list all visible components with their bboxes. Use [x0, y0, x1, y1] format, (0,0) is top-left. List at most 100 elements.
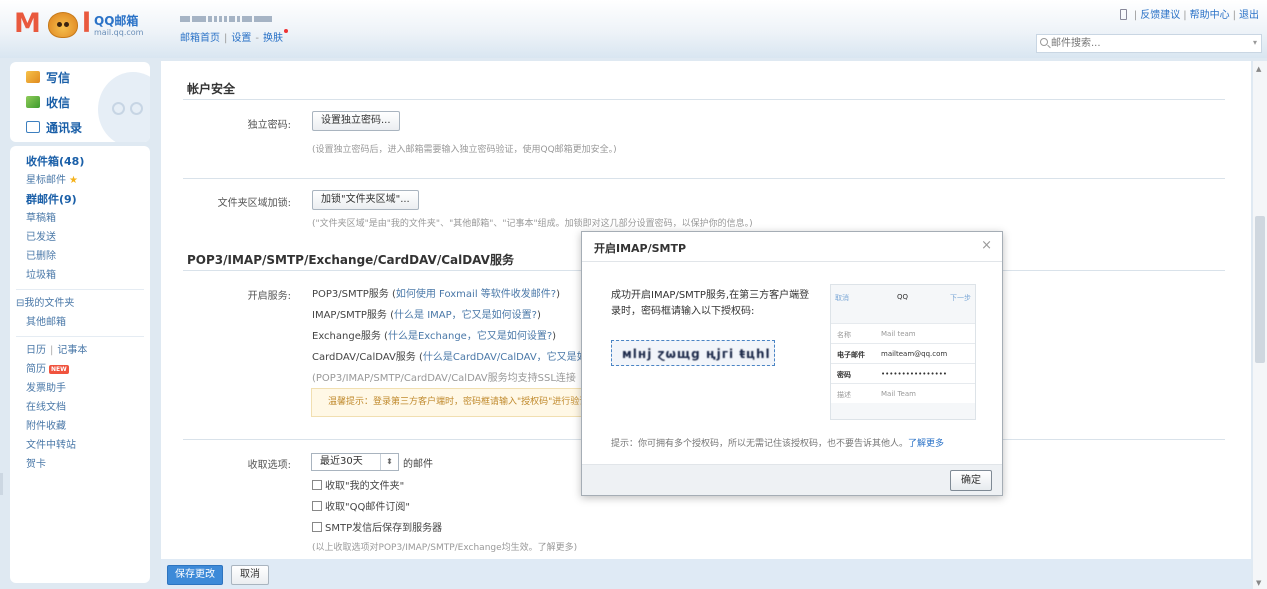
pop3-smtp-service: POP3/SMTP服务 (如何使用 Foxmail 等软件收发邮件?): [312, 289, 560, 300]
authorization-code-box[interactable]: мlнј ɀѡщg ңјгi ŧцһl: [611, 340, 775, 366]
account-links: 邮箱首页 | 设置 - 换肤: [180, 29, 288, 44]
dialog-tip: 提示：你可拥有多个授权码，所以无需记住该授权码，也不要告诉其他人。了解更多: [611, 436, 944, 449]
tiger-mascot-icon: [48, 12, 78, 38]
sidebar-item-notes[interactable]: 记事本: [57, 345, 87, 356]
imap-help-link[interactable]: 什么是 IMAP，它又是如何设置?: [394, 310, 537, 321]
account-security-title: 帐户安全: [187, 82, 236, 96]
starred-label: 星标邮件: [26, 175, 66, 186]
scroll-down-icon[interactable]: ▼: [1256, 579, 1261, 587]
sidebar-item-invoice[interactable]: 发票助手: [10, 379, 150, 398]
settings-footer: 保存更改 取消: [161, 559, 1251, 589]
receive-my-folders-checkbox[interactable]: 收取"我的文件夹": [312, 477, 404, 492]
receive-range-select[interactable]: 最近30天 ⬍: [311, 453, 399, 471]
checkbox-label: 收取"我的文件夹": [325, 481, 405, 492]
set-independent-password-button[interactable]: 设置独立密码...: [312, 111, 400, 131]
dialog-message: 成功开启IMAP/SMTP服务,在第三方客户端登录时，密码框请输入以下授权码:: [611, 290, 810, 317]
scrollbar-thumb[interactable]: [1255, 216, 1265, 363]
sidebar-item-sent[interactable]: 已发送: [10, 228, 150, 247]
sidebar-item-group[interactable]: 群邮件(9): [10, 190, 150, 209]
receive-suffix: 的邮件: [403, 459, 433, 470]
mailbox-home-link[interactable]: 邮箱首页: [180, 33, 220, 44]
row-value: mailteam@qq.com: [881, 350, 948, 358]
receive-options-label: 收取选项:: [247, 460, 291, 471]
main-scrollbar[interactable]: ▲ ▼: [1253, 61, 1267, 589]
compose-button[interactable]: 写信: [26, 69, 70, 86]
sidebar-item-transfer[interactable]: 文件中转站: [10, 436, 150, 455]
sidebar-item-deleted[interactable]: 已删除: [10, 247, 150, 266]
sidebar-item-attachments[interactable]: 附件收藏: [10, 417, 150, 436]
checkbox-icon[interactable]: [312, 480, 322, 490]
left-edge-tab[interactable]: [0, 473, 3, 495]
change-skin-link[interactable]: 换肤: [263, 33, 283, 44]
dialog-header: 开启IMAP/SMTP ×: [582, 232, 1002, 262]
checkbox-label: 收取"QQ邮件订阅": [325, 502, 410, 513]
settings-link[interactable]: 设置: [231, 33, 251, 44]
imap-smtp-name: IMAP/SMTP服务: [312, 310, 387, 321]
sidebar-item-drafts[interactable]: 草稿箱: [10, 209, 150, 228]
save-changes-button[interactable]: 保存更改: [167, 565, 223, 585]
search-icon: [1040, 38, 1048, 46]
close-icon[interactable]: ×: [981, 238, 992, 253]
sidebar-item-inbox[interactable]: 收件箱(48): [10, 152, 150, 171]
checkbox-icon[interactable]: [312, 501, 322, 511]
receive-button[interactable]: 收信: [26, 94, 70, 111]
resume-label: 简历: [26, 364, 46, 375]
checkbox-icon[interactable]: [312, 522, 322, 532]
sidebar-item-calendar-notes: 日历 | 记事本: [26, 345, 88, 356]
exchange-help-link[interactable]: 什么是Exchange，它又是如何设置?: [388, 331, 552, 342]
contacts-icon: [26, 121, 40, 133]
dialog-footer: 确定: [582, 464, 1002, 495]
learn-more-link[interactable]: 了解更多: [908, 439, 944, 449]
folder-lock-label: 文件夹区域加锁:: [217, 198, 291, 209]
row-value: Mail Team: [881, 390, 916, 398]
sidebar-item-cards[interactable]: 贺卡: [10, 455, 150, 474]
sidebar-item-calendar[interactable]: 日历: [26, 345, 46, 356]
tip-text: 提示：你可拥有多个授权码，所以无需记住该授权码，也不要告诉其他人。: [611, 439, 909, 449]
top-right-links: | 反馈建议 | 帮助中心 | 退出: [1119, 6, 1259, 21]
feedback-link[interactable]: 反馈建议: [1140, 10, 1180, 21]
illustration-header: 取消 QQ 下一步: [831, 285, 975, 311]
sidebar-folder-list: 收件箱(48) 星标邮件 ★ 群邮件(9) 草稿箱 已发送 已删除 垃圾箱 ⊟我的…: [10, 146, 150, 583]
authorization-code[interactable]: мlнј ɀѡщg ңјгi ŧцһl: [622, 347, 771, 361]
mobile-phone-icon[interactable]: [1119, 9, 1127, 20]
mail-search-box[interactable]: ▾: [1036, 34, 1262, 53]
receive-icon: [26, 96, 40, 108]
help-center-link[interactable]: 帮助中心: [1190, 10, 1230, 21]
cancel-button[interactable]: 取消: [231, 565, 269, 585]
exchange-name: Exchange服务: [312, 331, 381, 342]
contacts-label: 通讯录: [46, 121, 83, 135]
row-key: 密码: [837, 371, 851, 379]
pop-imap-section-title: POP3/IMAP/SMTP/Exchange/CardDAV/CalDAV服务: [187, 253, 514, 267]
section-divider: [183, 178, 1225, 179]
sidebar-item-my-folders[interactable]: ⊟我的文件夹: [10, 294, 150, 313]
section-divider: [183, 99, 1225, 100]
sidebar-item-other-mailboxes[interactable]: 其他邮箱: [10, 313, 150, 332]
scroll-up-icon[interactable]: ▲: [1256, 65, 1261, 73]
logout-link[interactable]: 退出: [1239, 10, 1259, 21]
client-setup-illustration: 取消 QQ 下一步 名称 Mail team 电子邮件 mailteam@qq.co…: [830, 284, 976, 420]
pop3-help-link[interactable]: 如何使用 Foxmail 等软件收发邮件?: [396, 289, 556, 300]
sidebar-item-resume[interactable]: 简历 NEW: [10, 360, 150, 379]
row-key: 描述: [837, 391, 851, 399]
confirm-button[interactable]: 确定: [950, 470, 992, 491]
smtp-save-copy-checkbox[interactable]: SMTP发信后保存到服务器: [312, 519, 442, 534]
lock-folder-area-button[interactable]: 加锁"文件夹区域"...: [312, 190, 419, 210]
penguin-mascot-icon: [98, 72, 150, 142]
compose-label: 写信: [46, 71, 71, 85]
imap-smtp-service: IMAP/SMTP服务 (什么是 IMAP，它又是如何设置?): [312, 310, 541, 321]
sidebar-item-starred[interactable]: 星标邮件 ★: [10, 171, 150, 190]
sidebar-item-trash[interactable]: 垃圾箱: [10, 266, 150, 285]
qq-mail-logo[interactable]: M l QQ邮箱 mail.qq.com: [14, 8, 144, 42]
new-badge: NEW: [49, 365, 69, 374]
receive-options-note: (以上收取选项对POP3/IMAP/SMTP/Exchange均生效。了解更多): [312, 543, 578, 553]
sidebar-item-docs[interactable]: 在线文档: [10, 398, 150, 417]
independent-password-label: 独立密码:: [247, 120, 291, 131]
pencil-icon: [26, 71, 40, 83]
enable-imap-smtp-dialog: 开启IMAP/SMTP × 成功开启IMAP/SMTP服务,在第三方客户端登录时…: [581, 231, 1003, 496]
carddav-caldav-service: CardDAV/CalDAV服务 (什么是CardDAV/CalDAV，它又是如…: [312, 352, 626, 363]
sidebar-divider: [16, 336, 144, 337]
contacts-button[interactable]: 通讯录: [26, 119, 82, 136]
search-input[interactable]: [1051, 37, 1241, 50]
search-dropdown-icon[interactable]: ▾: [1253, 38, 1257, 47]
receive-subscriptions-checkbox[interactable]: 收取"QQ邮件订阅": [312, 498, 410, 513]
